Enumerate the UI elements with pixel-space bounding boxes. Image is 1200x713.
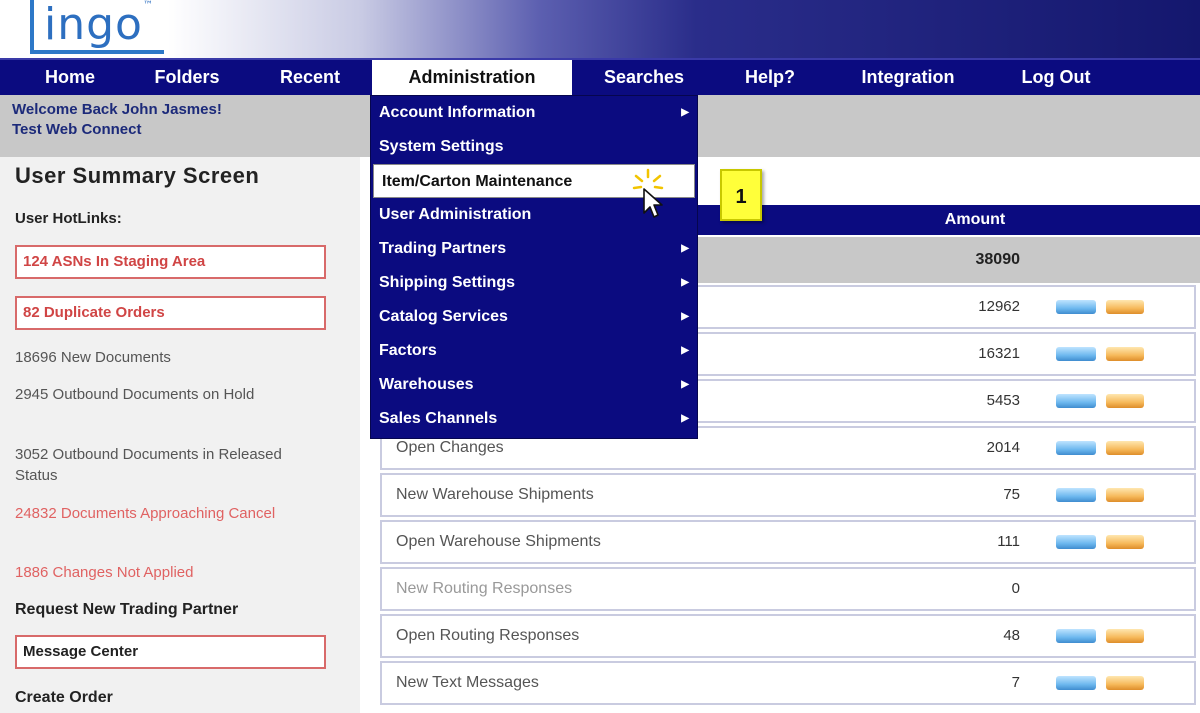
view-icon[interactable] (1056, 300, 1096, 314)
menu-item-label: Factors (379, 342, 437, 359)
hotlinks-label: User HotLinks: (15, 210, 122, 227)
hotlink-duplicate-orders[interactable]: 82 Duplicate Orders (15, 296, 326, 330)
table-row: New Text Messages 7 (380, 661, 1196, 705)
table-row: Open Routing Responses 48 (380, 614, 1196, 658)
welcome-company: Test Web Connect (12, 121, 142, 138)
row-label-open-warehouse-shipments[interactable]: Open Warehouse Shipments (396, 522, 601, 562)
table-row: New Warehouse Shipments 75 (380, 473, 1196, 517)
row-amount: 16321 (978, 345, 1020, 362)
nav-home[interactable]: Home (28, 60, 112, 95)
view-icon[interactable] (1056, 488, 1096, 502)
menu-item-account-information[interactable]: Account Information ▶ (371, 96, 697, 130)
menu-item-system-settings[interactable]: System Settings (371, 130, 697, 164)
triangle-right-icon: ▶ (681, 413, 689, 424)
view-icon[interactable] (1056, 676, 1096, 690)
nav-integration[interactable]: Integration (840, 60, 976, 95)
main-navbar: Home Folders Recent Administration Searc… (0, 58, 1200, 95)
nav-administration[interactable]: Administration (372, 60, 572, 95)
hotlink-outbound-on-hold[interactable]: 2945 Outbound Documents on Hold (15, 384, 315, 405)
table-row: Open Warehouse Shipments 111 (380, 520, 1196, 564)
table-row: New Routing Responses 0 (380, 567, 1196, 611)
total-amount: 38090 (975, 251, 1021, 268)
hotlink-outbound-released[interactable]: 3052 Outbound Documents in Released Stat… (15, 444, 315, 486)
menu-item-label: System Settings (379, 138, 504, 155)
menu-item-label: Shipping Settings (379, 274, 515, 291)
step-callout-badge: 1 (720, 169, 762, 221)
view-icon[interactable] (1056, 394, 1096, 408)
administration-dropdown-menu: Account Information ▶ System Settings It… (370, 95, 698, 439)
menu-item-trading-partners[interactable]: Trading Partners ▶ (371, 232, 697, 266)
menu-item-catalog-services[interactable]: Catalog Services ▶ (371, 300, 697, 334)
row-label-new-routing-responses[interactable]: New Routing Responses (396, 569, 572, 609)
row-label-new-text-messages[interactable]: New Text Messages (396, 663, 539, 703)
triangle-right-icon: ▶ (681, 379, 689, 390)
menu-item-warehouses[interactable]: Warehouses ▶ (371, 368, 697, 402)
menu-item-shipping-settings[interactable]: Shipping Settings ▶ (371, 266, 697, 300)
hotlink-message-center[interactable]: Message Center (15, 635, 326, 669)
nav-log-out[interactable]: Log Out (1004, 60, 1108, 95)
view-icon[interactable] (1056, 441, 1096, 455)
folder-icon[interactable] (1106, 629, 1144, 643)
welcome-user: Welcome Back John Jasmes! (12, 101, 222, 118)
hotlink-changes-not-applied[interactable]: 1886 Changes Not Applied (15, 562, 315, 583)
logo-trademark: ™ (142, 0, 154, 11)
row-amount: 111 (997, 533, 1020, 550)
row-amount: 2014 (986, 439, 1020, 456)
page-title: User Summary Screen (15, 163, 260, 188)
row-amount: 0 (1011, 580, 1020, 597)
view-icon[interactable] (1056, 629, 1096, 643)
folder-icon[interactable] (1106, 535, 1144, 549)
welcome-message: Welcome Back John Jasmes! Test Web Conne… (12, 100, 222, 140)
view-icon[interactable] (1056, 347, 1096, 361)
menu-item-label: Warehouses (379, 376, 474, 393)
folder-icon[interactable] (1106, 394, 1144, 408)
menu-item-label: Sales Channels (379, 410, 498, 427)
row-amount: 12962 (978, 298, 1020, 315)
triangle-right-icon: ▶ (681, 107, 689, 118)
row-amount: 75 (1003, 486, 1020, 503)
row-label-new-warehouse-shipments[interactable]: New Warehouse Shipments (396, 475, 594, 515)
triangle-right-icon: ▶ (681, 277, 689, 288)
folder-icon[interactable] (1106, 441, 1144, 455)
cursor-icon (643, 188, 663, 218)
row-amount: 48 (1003, 627, 1020, 644)
hotlink-asns-staging[interactable]: 124 ASNs In Staging Area (15, 245, 326, 279)
triangle-right-icon: ▶ (681, 243, 689, 254)
folder-icon[interactable] (1106, 676, 1144, 690)
left-sidebar (0, 157, 360, 713)
nav-searches[interactable]: Searches (590, 60, 698, 95)
nav-recent[interactable]: Recent (262, 60, 358, 95)
menu-item-label: Trading Partners (379, 240, 507, 257)
hotlink-create-order[interactable]: Create Order (15, 687, 315, 708)
row-amount: 7 (1011, 674, 1020, 691)
menu-item-sales-channels[interactable]: Sales Channels ▶ (371, 402, 697, 436)
triangle-right-icon: ▶ (681, 311, 689, 322)
ingo-logo[interactable]: ingo™ (30, 0, 164, 54)
hotlink-approaching-cancel[interactable]: 24832 Documents Approaching Cancel (15, 503, 315, 524)
nav-help[interactable]: Help? (730, 60, 810, 95)
hotlink-new-documents[interactable]: 18696 New Documents (15, 347, 315, 368)
folder-icon[interactable] (1106, 347, 1144, 361)
menu-item-label: Account Information (379, 104, 536, 121)
menu-item-label: Item/Carton Maintenance (382, 173, 573, 190)
row-amount: 5453 (986, 392, 1020, 409)
menu-item-label: Catalog Services (379, 308, 508, 325)
hotlink-request-trading-partner[interactable]: Request New Trading Partner (15, 599, 315, 620)
nav-folders[interactable]: Folders (138, 60, 236, 95)
row-label-open-routing-responses[interactable]: Open Routing Responses (396, 616, 579, 656)
logo-text: ingo (44, 0, 143, 50)
folder-icon[interactable] (1106, 300, 1144, 314)
menu-item-factors[interactable]: Factors ▶ (371, 334, 697, 368)
menu-item-label: User Administration (379, 206, 532, 223)
folder-icon[interactable] (1106, 488, 1144, 502)
triangle-right-icon: ▶ (681, 345, 689, 356)
amount-column-header: Amount (944, 211, 1006, 228)
view-icon[interactable] (1056, 535, 1096, 549)
header-banner: ingo™ (0, 0, 1200, 58)
